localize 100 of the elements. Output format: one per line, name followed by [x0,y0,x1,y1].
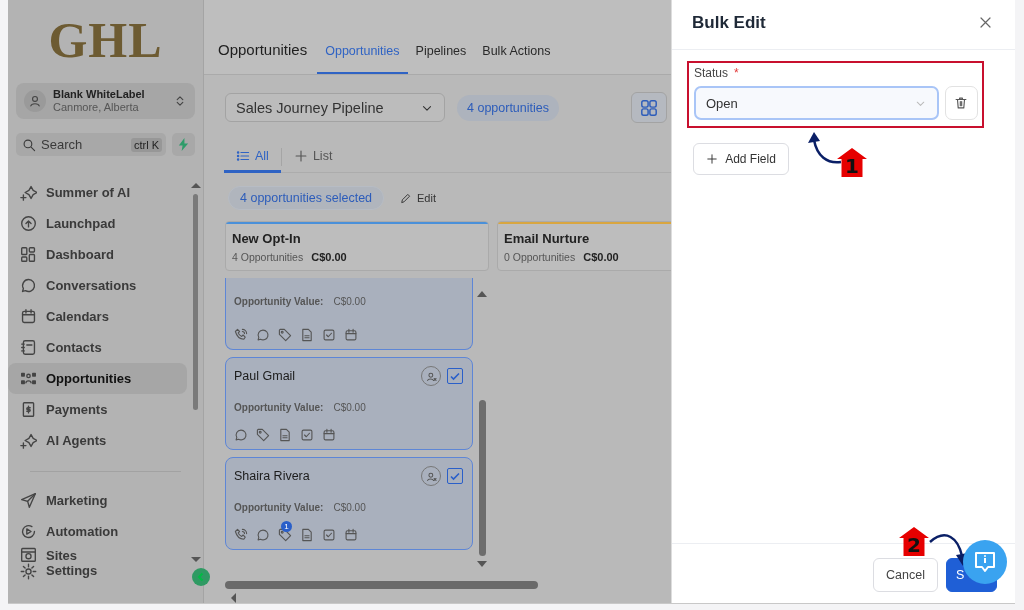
card-checkbox[interactable] [447,368,463,384]
plus-icon [293,148,308,163]
phone-icon[interactable] [234,328,248,342]
nav-tab[interactable]: Opportunities [317,44,408,74]
note-icon[interactable] [300,528,314,542]
collapse-button[interactable] [192,568,210,586]
help-chat-button[interactable] [963,540,1007,584]
nav-item[interactable]: Launchpad [8,208,187,239]
chat-icon[interactable] [234,428,248,442]
contact-name: Paul Gmail [234,369,296,383]
value-amount: C$0.00 [333,401,366,413]
contacts-icon [20,339,37,356]
scroll-down-arrow[interactable] [477,561,487,567]
rocket-icon [20,215,37,232]
opportunity-card[interactable]: Paul Gmail Opportunity Value: C$0.00 [225,357,473,450]
tag-icon[interactable] [278,528,292,542]
value-label: Opportunity Value: [234,501,324,513]
required-mark: * [734,66,739,80]
chat-icon[interactable] [256,528,270,542]
nav-item[interactable]: Contacts [8,332,187,363]
note-icon[interactable] [278,428,292,442]
tag-icon[interactable] [256,428,270,442]
field-label: Status [694,66,729,80]
automation-icon [20,523,37,540]
delete-button[interactable] [944,86,978,120]
opportunity-count: 0 Opportunities [504,251,576,263]
scrollbar-thumb[interactable] [479,400,486,556]
account-switcher[interactable]: Blank WhiteLabel Canmore, Alberta [16,83,195,119]
cancel-button[interactable]: Cancel [873,558,938,592]
nav-item[interactable]: Opportunities [8,363,187,394]
nav-tab[interactable]: Pipelines [407,44,475,74]
count-badge: 4 opportunities [457,94,559,121]
sparkle-icon [20,432,37,449]
pipeline-dropdown[interactable]: Sales Journey Pipeline [225,93,445,122]
add-field-button[interactable]: Add Field [693,143,789,175]
nav-item[interactable]: Dashboard [8,239,187,270]
search-field[interactable]: Search ctrl K [16,133,166,156]
stage-value: C$0.00 [311,251,347,263]
checkbox-icon[interactable] [322,328,336,342]
chat-icon [20,277,37,294]
account-location: Canmore, Alberta [53,101,140,114]
tag-icon[interactable] [278,328,292,342]
nav-item[interactable]: AI Agents [8,425,187,456]
opportunity-card[interactable]: Shaira Rivera Opportunity Value: C$0.00 1 [225,457,473,550]
phone-icon[interactable] [234,528,248,542]
info-bubble-icon [972,549,998,575]
view-tab[interactable]: All [224,141,281,173]
note-icon[interactable] [300,328,314,342]
calendar-icon[interactable] [344,328,358,342]
stage-name: Email Nurture [504,231,591,246]
nav-tab[interactable]: Bulk Actions [474,44,559,74]
chevron-left-icon [196,572,206,582]
checkbox-icon[interactable] [300,428,314,442]
nav-item[interactable]: Calendars [8,301,187,332]
drawer-title: Bulk Edit [692,12,766,33]
nav-item[interactable]: Automation [8,516,187,547]
opportunity-count: 4 Opportunities [232,251,304,263]
check-icon [449,470,461,482]
edit-button[interactable]: Edit [400,191,436,204]
step-badge: 1 [837,148,867,177]
trash-icon [954,96,969,110]
nav-item[interactable]: Conversations [8,270,187,301]
list-icon [236,148,250,163]
contact-name: Shaira Rivera [234,469,310,483]
nav-item[interactable]: Payments [8,394,187,425]
nav-item[interactable]: Summer of AI [8,177,187,208]
chat-icon[interactable] [256,328,270,342]
value-label: Opportunity Value: [234,296,324,307]
scroll-up-arrow[interactable] [477,291,487,297]
stage-name: New Opt-In [232,231,302,246]
shortcut-key: ctrl K [130,137,162,152]
horizontal-scrollbar[interactable] [225,581,538,589]
calendar-icon[interactable] [344,528,358,542]
step-badge: 2 [899,527,929,556]
paper-plane-icon [20,492,37,509]
calendar-icon[interactable] [322,428,336,442]
curved-arrow [808,132,842,164]
count-badge: 1 [281,521,292,532]
checkbox-icon[interactable] [322,528,336,542]
settings-icon [20,563,37,580]
value-label: Opportunity Value: [234,401,324,413]
nav-item[interactable]: Marketing [8,485,187,516]
view-tab[interactable]: List [281,141,345,173]
card-checkbox[interactable] [447,468,463,484]
view-toggle-button[interactable] [631,92,667,123]
scroll-left-arrow[interactable] [231,593,236,603]
plus-icon [706,153,719,165]
opportunity-card[interactable]: Opportunity Value: C$0.00 [225,278,473,350]
stage-value: C$0.00 [583,251,619,263]
selection-badge: 4 opportunities selected [228,185,385,210]
check-icon [449,370,461,382]
status-select[interactable]: Open [694,86,939,120]
value-amount: C$0.00 [333,501,366,513]
payments-icon [20,401,37,418]
value-amount: C$0.00 [333,296,366,307]
close-icon[interactable] [978,15,993,30]
opportunities-icon [20,370,37,387]
nav-item[interactable]: Settings [8,563,187,579]
scrollbar-thumb[interactable] [193,194,198,410]
nav-item[interactable]: Sites [8,547,187,563]
